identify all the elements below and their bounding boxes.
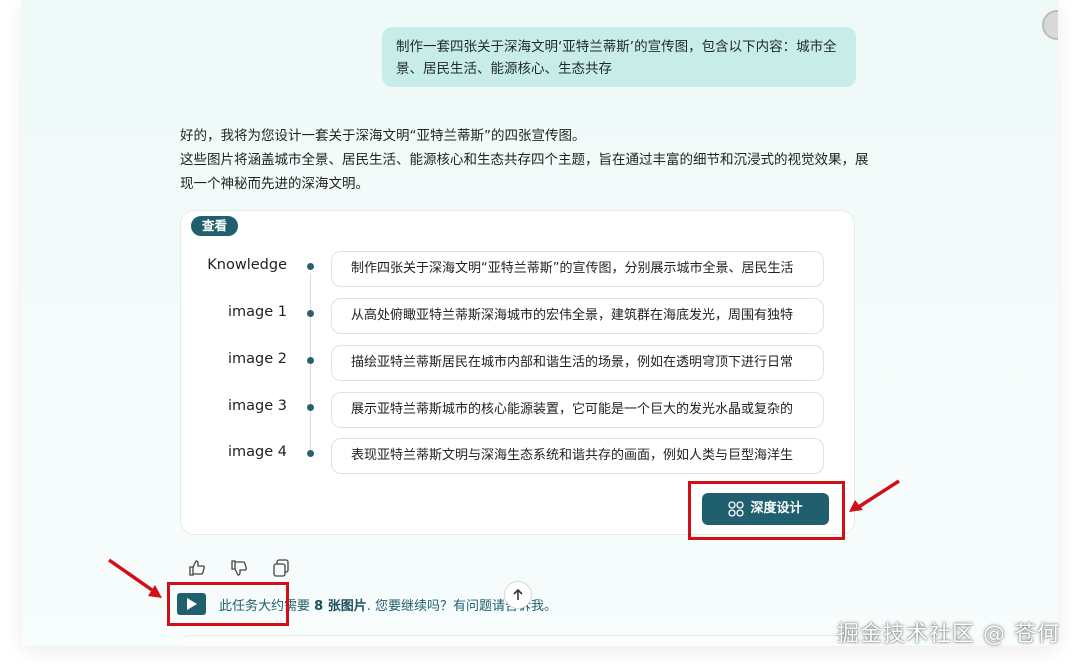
user-message-bubble: 制作一套四张关于深海文明‘亚特兰蒂斯’的宣传图，包含以下内容：城市全景、居民生活… xyxy=(382,27,856,87)
row-label-image-2: image 2 xyxy=(228,351,287,367)
continue-count: 8 张图片 xyxy=(314,599,367,614)
chat-window: 制作一套四张关于深海文明‘亚特兰蒂斯’的宣传图，包含以下内容：城市全景、居民生活… xyxy=(22,0,1058,646)
row-field-image-4[interactable]: 表现亚特兰蒂斯文明与深海生态系统和谐共存的画面，例如人类与巨型海洋生 xyxy=(331,438,824,474)
assistant-reply: 好的，我将为您设计一套关于深海文明“亚特兰蒂斯”的四张宣传图。 这些图片将涵盖城… xyxy=(180,124,870,196)
row-label-knowledge: Knowledge xyxy=(207,257,287,273)
message-actions xyxy=(187,558,291,578)
watermark-text: 掘金技术社区 @ 苍何 xyxy=(837,622,1060,647)
row-label-image-4: image 4 xyxy=(228,444,287,460)
row-field-knowledge[interactable]: 制作四张关于深海文明“亚特兰蒂斯”的宣传图，分别展示城市全景、居民生活 xyxy=(331,251,824,287)
timeline-dot xyxy=(307,357,314,364)
red-arrow-icon xyxy=(107,558,162,598)
timeline-line xyxy=(310,273,311,455)
highlight-box-design xyxy=(688,481,845,540)
arrow-up-icon xyxy=(513,588,523,600)
timeline-dot xyxy=(307,310,314,317)
row-field-image-1[interactable]: 从高处俯瞰亚特兰蒂斯深海城市的宏伟全景，建筑群在海底发光，周围有独特 xyxy=(331,298,824,334)
user-message-text: 制作一套四张关于深海文明‘亚特兰蒂斯’的宣传图，包含以下内容：城市全景、居民生活… xyxy=(396,39,837,77)
timeline-dot xyxy=(307,263,314,270)
red-arrow-icon xyxy=(849,479,900,512)
card-tab-view[interactable]: 查看 xyxy=(191,216,239,236)
copy-icon[interactable] xyxy=(271,558,291,578)
row-label-image-3: image 3 xyxy=(228,398,287,414)
window-corner-button[interactable] xyxy=(1042,10,1058,40)
thumbs-down-icon[interactable] xyxy=(229,558,249,578)
row-field-image-2[interactable]: 描绘亚特兰蒂斯居民在城市内部和谐生活的场景，例如在透明穹顶下进行日常 xyxy=(331,345,824,381)
reply-line-2: 这些图片将涵盖城市全景、居民生活、能源核心和生态共存四个主题，旨在通过丰富的细节… xyxy=(180,152,869,192)
highlight-box-play xyxy=(167,582,289,626)
timeline-dot xyxy=(307,404,314,411)
row-label-image-1: image 1 xyxy=(228,304,287,320)
scroll-to-top-button[interactable] xyxy=(504,581,532,609)
thumbs-up-icon[interactable] xyxy=(187,558,207,578)
next-message-edge xyxy=(180,635,855,646)
reply-line-1: 好的，我将为您设计一套关于深海文明“亚特兰蒂斯”的四张宣传图。 xyxy=(180,128,586,144)
row-field-image-3[interactable]: 展示亚特兰蒂斯城市的核心能源装置，它可能是一个巨大的发光水晶或复杂的 xyxy=(331,392,824,428)
timeline-dot xyxy=(307,450,314,457)
